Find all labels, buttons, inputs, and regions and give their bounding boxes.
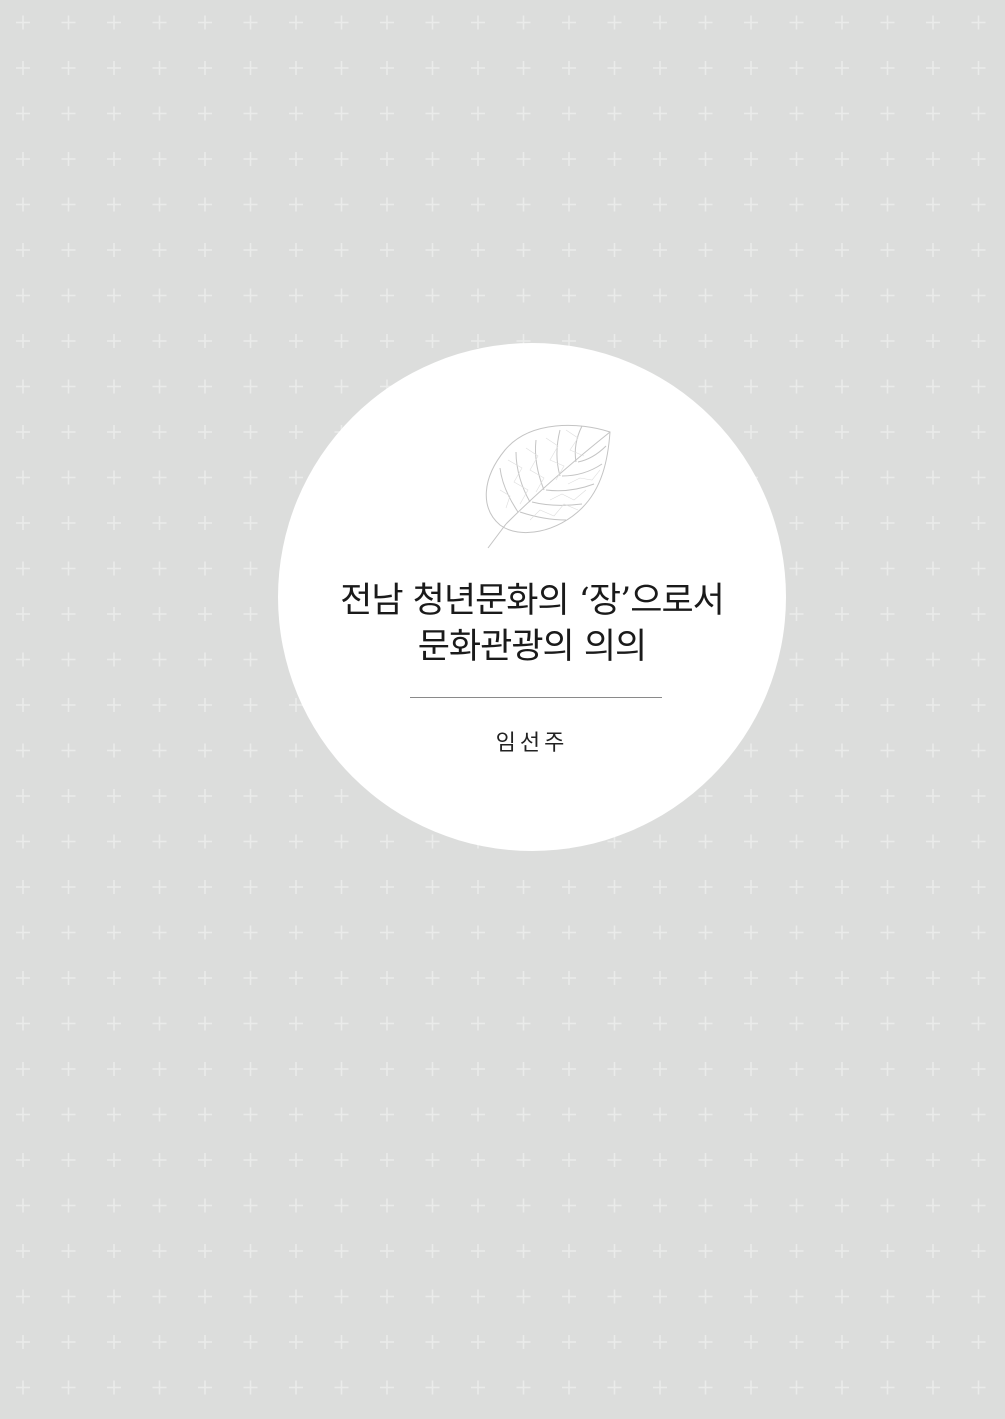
title-line-1: 전남 청년문화의 ‘장’으로서: [340, 581, 725, 621]
document-title: 전남 청년문화의 ‘장’으로서 문화관광의 의의: [278, 578, 786, 670]
title-line-2: 문화관광의 의의: [417, 627, 648, 667]
author-name: 임선주: [495, 731, 569, 756]
title-divider: [410, 697, 662, 698]
leaf-icon: [485, 424, 611, 549]
